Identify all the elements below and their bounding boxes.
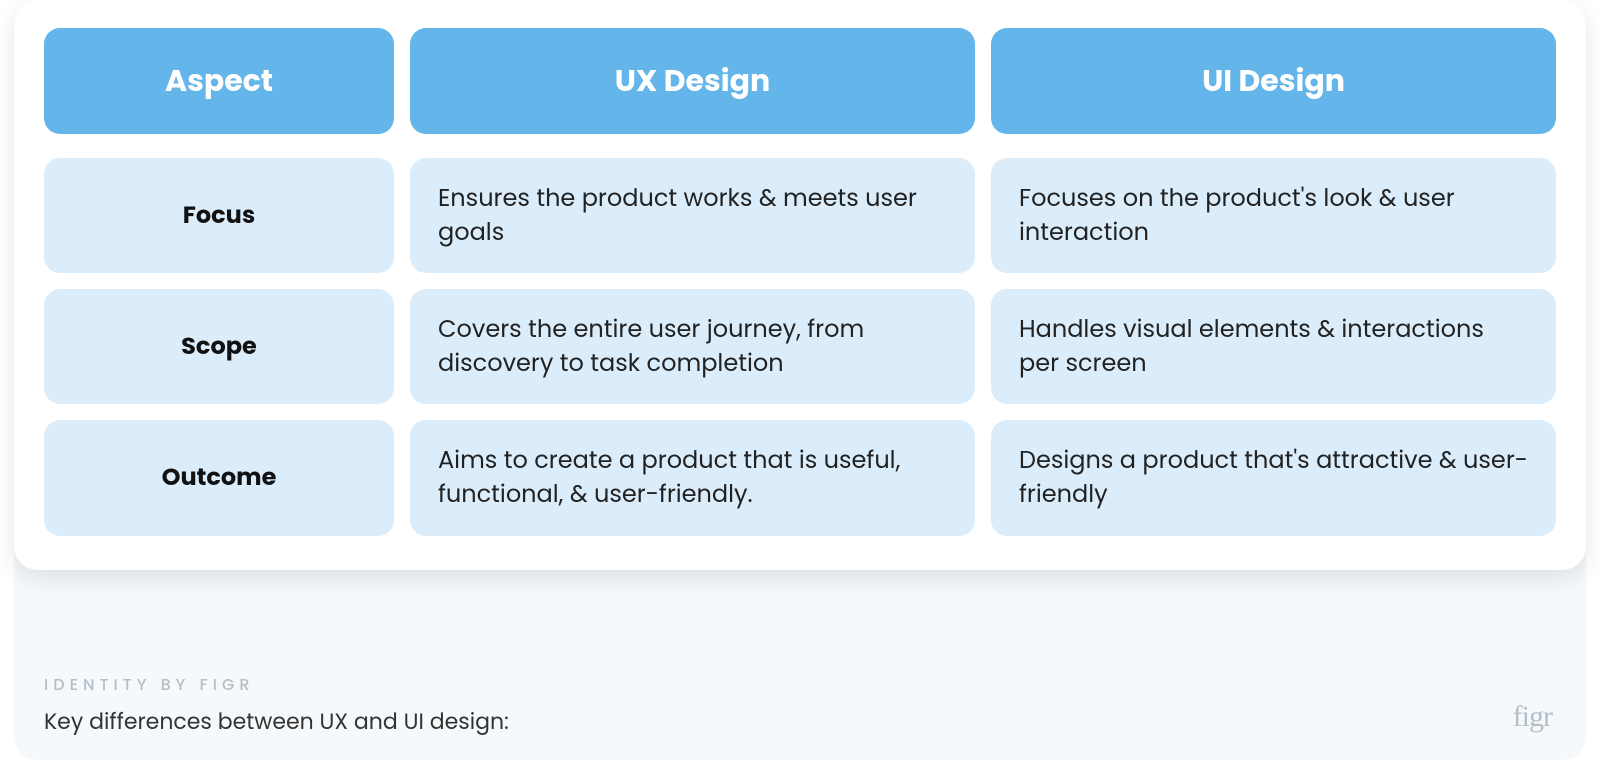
header-ui-design: UI Design <box>991 28 1556 134</box>
row-label-outcome: Outcome <box>44 420 394 535</box>
header-aspect: Aspect <box>44 28 394 134</box>
cell-ux-scope: Covers the entire user journey, from dis… <box>410 289 975 404</box>
row-focus: Focus Ensures the product works & meets … <box>44 158 1556 273</box>
cell-ui-outcome: Designs a product that's attractive & us… <box>991 420 1556 535</box>
cell-ui-focus: Focuses on the product's look & user int… <box>991 158 1556 273</box>
identity-label: IDENTITY BY FIGR <box>44 672 1556 697</box>
header-row: Aspect UX Design UI Design <box>44 28 1556 134</box>
outer-panel: Aspect UX Design UI Design Focus Ensures… <box>14 0 1586 760</box>
caption-text: Key differences between UX and UI design… <box>44 705 1556 738</box>
row-scope: Scope Covers the entire user journey, fr… <box>44 289 1556 404</box>
row-label-scope: Scope <box>44 289 394 404</box>
footer: IDENTITY BY FIGR Key differences between… <box>44 672 1556 738</box>
brand-logo: figr <box>1513 700 1552 734</box>
row-outcome: Outcome Aims to create a product that is… <box>44 420 1556 535</box>
header-ux-design: UX Design <box>410 28 975 134</box>
cell-ux-focus: Ensures the product works & meets user g… <box>410 158 975 273</box>
row-label-focus: Focus <box>44 158 394 273</box>
cell-ui-scope: Handles visual elements & interactions p… <box>991 289 1556 404</box>
cell-ux-outcome: Aims to create a product that is useful,… <box>410 420 975 535</box>
comparison-card: Aspect UX Design UI Design Focus Ensures… <box>14 0 1586 570</box>
